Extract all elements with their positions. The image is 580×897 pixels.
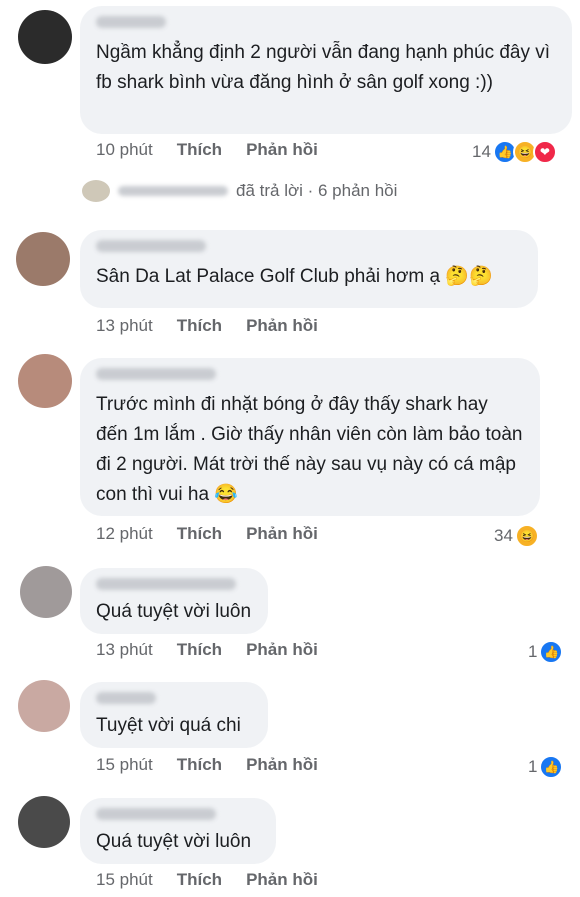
avatar <box>82 180 110 202</box>
author-name[interactable] <box>96 808 216 820</box>
comment-time[interactable]: 10 phút <box>96 140 153 160</box>
thinking-emoji: 🤔🤔 <box>445 266 493 287</box>
reaction-count: 1 <box>528 642 538 661</box>
comment-bubble: Tuyệt vời quá chi <box>80 682 268 748</box>
comment-text: Ngầm khẳng định 2 người vẫn đang hạnh ph… <box>96 42 551 93</box>
reaction-count: 14 <box>472 142 491 161</box>
comment-actions: 15 phút Thích Phản hồi <box>96 755 318 775</box>
avatar[interactable] <box>20 566 72 618</box>
comment-bubble: Ngầm khẳng định 2 người vẫn đang hạnh ph… <box>80 6 572 134</box>
view-replies[interactable]: đã trả lời · 6 phản hồi <box>82 180 397 202</box>
author-name[interactable] <box>96 240 206 252</box>
comment-time[interactable]: 12 phút <box>96 524 153 544</box>
like-icon: 👍 <box>539 640 564 664</box>
like-button[interactable]: Thích <box>177 140 222 160</box>
comment-time[interactable]: 15 phút <box>96 870 153 890</box>
reply-button[interactable]: Phản hồi <box>246 640 318 660</box>
reaction-count: 34 <box>494 526 513 545</box>
avatar[interactable] <box>18 10 72 64</box>
like-icon: 👍 <box>539 755 564 779</box>
like-button[interactable]: Thích <box>177 316 222 336</box>
comment-text: Sân Da Lat Palace Golf Club phải hơm ạ 🤔… <box>96 262 522 292</box>
comment-time[interactable]: 15 phút <box>96 755 153 775</box>
author-name[interactable] <box>96 16 166 28</box>
reply-button[interactable]: Phản hồi <box>246 870 318 890</box>
like-button[interactable]: Thích <box>177 640 222 660</box>
comment-bubble: Quá tuyệt vời luôn <box>80 568 268 634</box>
comment-bubble: Sân Da Lat Palace Golf Club phải hơm ạ 🤔… <box>80 230 538 308</box>
reply-button[interactable]: Phản hồi <box>246 524 318 544</box>
reaction-count: 1 <box>528 757 538 776</box>
comment-actions: 10 phút Thích Phản hồi <box>96 140 318 160</box>
author-name[interactable] <box>96 368 216 380</box>
reaction-summary[interactable]: 14 👍 😆 ❤ <box>472 140 557 164</box>
haha-icon: 😆 <box>514 524 539 548</box>
avatar[interactable] <box>18 680 70 732</box>
reaction-summary[interactable]: 1 👍 <box>528 640 564 664</box>
reply-button[interactable]: Phản hồi <box>246 755 318 775</box>
comment-actions: 13 phút Thích Phản hồi <box>96 316 318 336</box>
comment-text: Tuyệt vời quá chi <box>96 715 241 736</box>
comment-text: Quá tuyệt vời luôn <box>96 601 252 622</box>
avatar[interactable] <box>18 354 72 408</box>
comment-bubble: Trước mình đi nhặt bóng ở đây thấy shark… <box>80 358 540 516</box>
comment-actions: 15 phút Thích Phản hồi <box>96 870 318 890</box>
like-button[interactable]: Thích <box>177 755 222 775</box>
comment-text-content: Trước mình đi nhặt bóng ở đây thấy shark… <box>96 394 523 505</box>
like-button[interactable]: Thích <box>177 524 222 544</box>
reply-button[interactable]: Phản hồi <box>246 316 318 336</box>
comment-actions: 12 phút Thích Phản hồi <box>96 524 318 544</box>
author-name[interactable] <box>96 578 236 590</box>
avatar[interactable] <box>16 232 70 286</box>
comment-time[interactable]: 13 phút <box>96 316 153 336</box>
reaction-summary[interactable]: 34 😆 <box>494 524 539 548</box>
comment-text: Trước mình đi nhặt bóng ở đây thấy shark… <box>96 390 524 510</box>
reply-button[interactable]: Phản hồi <box>246 140 318 160</box>
avatar[interactable] <box>18 796 70 848</box>
comment-text: Quá tuyệt vời luôn <box>96 831 252 852</box>
reaction-summary[interactable]: 1 👍 <box>528 755 564 779</box>
like-button[interactable]: Thích <box>177 870 222 890</box>
comment-bubble: Quá tuyệt vời luôn <box>80 798 276 864</box>
comment-actions: 13 phút Thích Phản hồi <box>96 640 318 660</box>
reply-author-name <box>118 186 228 196</box>
replies-summary-text: đã trả lời · 6 phản hồi <box>236 181 398 200</box>
comment-time[interactable]: 13 phút <box>96 640 153 660</box>
laughing-emoji: 😂 <box>214 484 238 505</box>
love-icon: ❤ <box>532 140 557 164</box>
author-name[interactable] <box>96 692 156 704</box>
comment-text-content: Sân Da Lat Palace Golf Club phải hơm ạ <box>96 266 441 287</box>
